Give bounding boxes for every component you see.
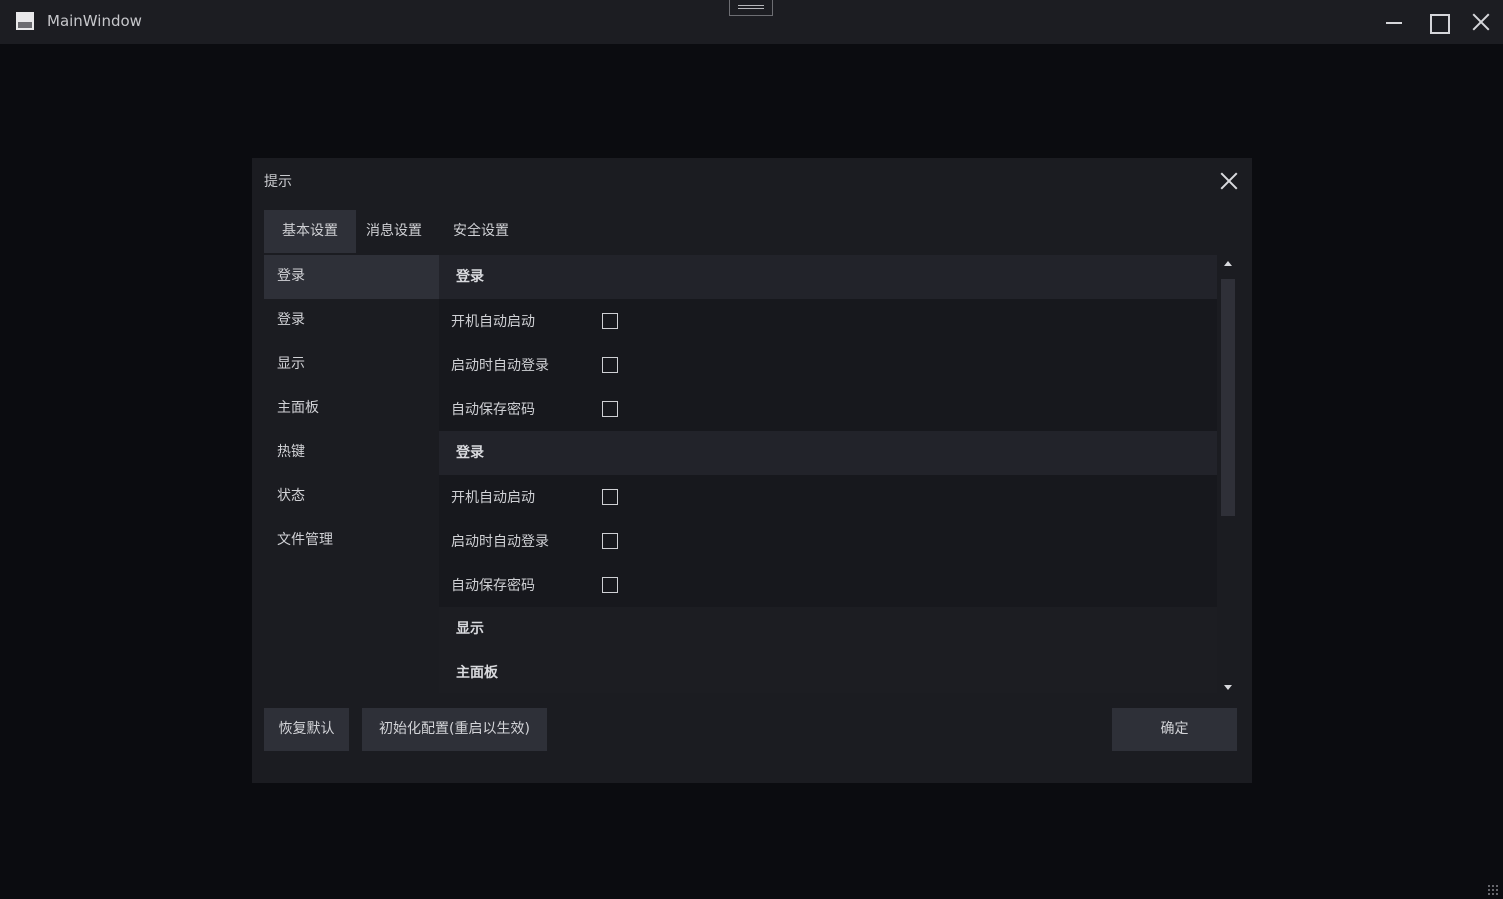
resize-grip-icon[interactable] xyxy=(1487,884,1499,896)
option-label: 开机自动启动 xyxy=(451,490,535,506)
vertical-scrollbar[interactable] xyxy=(1217,255,1239,693)
window-title: MainWindow xyxy=(47,12,142,30)
drag-handle-icon[interactable] xyxy=(729,0,773,16)
nav-item-main-panel[interactable]: 主面板 xyxy=(264,387,439,431)
auto-start-checkbox[interactable] xyxy=(602,489,618,505)
save-password-checkbox[interactable] xyxy=(602,401,618,417)
nav-item-file-management[interactable]: 文件管理 xyxy=(264,519,439,563)
option-row: 启动时自动登录 xyxy=(439,343,1217,387)
nav-item-login-2[interactable]: 登录 xyxy=(264,299,439,343)
close-icon xyxy=(1220,172,1238,190)
section-title: 显示 xyxy=(439,607,1217,651)
restore-defaults-button[interactable]: 恢复默认 xyxy=(264,708,349,751)
close-icon xyxy=(1472,13,1490,31)
option-label: 自动保存密码 xyxy=(451,402,535,418)
option-label: 启动时自动登录 xyxy=(451,358,549,374)
auto-login-checkbox[interactable] xyxy=(602,357,618,373)
scroll-down-arrow-icon[interactable] xyxy=(1224,685,1232,690)
nav-item-hotkeys[interactable]: 热键 xyxy=(264,431,439,475)
settings-dialog: 提示 基本设置 消息设置 安全设置 登录 登录 显示 主面板 热键 状态 文件管… xyxy=(252,158,1252,783)
scrollbar-thumb[interactable] xyxy=(1221,279,1235,516)
option-label: 启动时自动登录 xyxy=(451,534,549,550)
title-bar: MainWindow xyxy=(0,0,1503,44)
confirm-button[interactable]: 确定 xyxy=(1112,708,1237,751)
section-title: 登录 xyxy=(439,431,1217,475)
dialog-close-button[interactable] xyxy=(1218,170,1240,192)
tab-basic-settings[interactable]: 基本设置 xyxy=(264,210,356,253)
close-window-button[interactable] xyxy=(1459,0,1503,44)
app-icon xyxy=(16,12,34,30)
settings-nav: 登录 登录 显示 主面板 热键 状态 文件管理 xyxy=(264,255,439,693)
option-row: 开机自动启动 xyxy=(439,299,1217,343)
nav-item-status[interactable]: 状态 xyxy=(264,475,439,519)
dialog-title: 提示 xyxy=(264,174,292,190)
option-row: 自动保存密码 xyxy=(439,387,1217,431)
section-title: 登录 xyxy=(439,255,1217,299)
tab-security-settings[interactable]: 安全设置 xyxy=(443,210,530,253)
nav-item-login[interactable]: 登录 xyxy=(264,255,439,299)
option-label: 开机自动启动 xyxy=(451,314,535,330)
maximize-button[interactable] xyxy=(1416,0,1460,44)
section-title: 主面板 xyxy=(439,651,1217,693)
auto-login-checkbox[interactable] xyxy=(602,533,618,549)
init-config-button[interactable]: 初始化配置(重启以生效) xyxy=(362,708,547,751)
save-password-checkbox[interactable] xyxy=(602,577,618,593)
scroll-up-arrow-icon[interactable] xyxy=(1224,261,1232,266)
settings-content: 登录 开机自动启动 启动时自动登录 自动保存密码 登录 开机自动启动 启动时自动… xyxy=(439,255,1217,693)
tab-message-settings[interactable]: 消息设置 xyxy=(356,210,443,253)
option-label: 自动保存密码 xyxy=(451,578,535,594)
tab-bar: 基本设置 消息设置 安全设置 xyxy=(264,210,530,253)
nav-item-display[interactable]: 显示 xyxy=(264,343,439,387)
option-row: 开机自动启动 xyxy=(439,475,1217,519)
option-row: 自动保存密码 xyxy=(439,563,1217,607)
minimize-button[interactable] xyxy=(1372,0,1416,44)
auto-start-checkbox[interactable] xyxy=(602,313,618,329)
option-row: 启动时自动登录 xyxy=(439,519,1217,563)
